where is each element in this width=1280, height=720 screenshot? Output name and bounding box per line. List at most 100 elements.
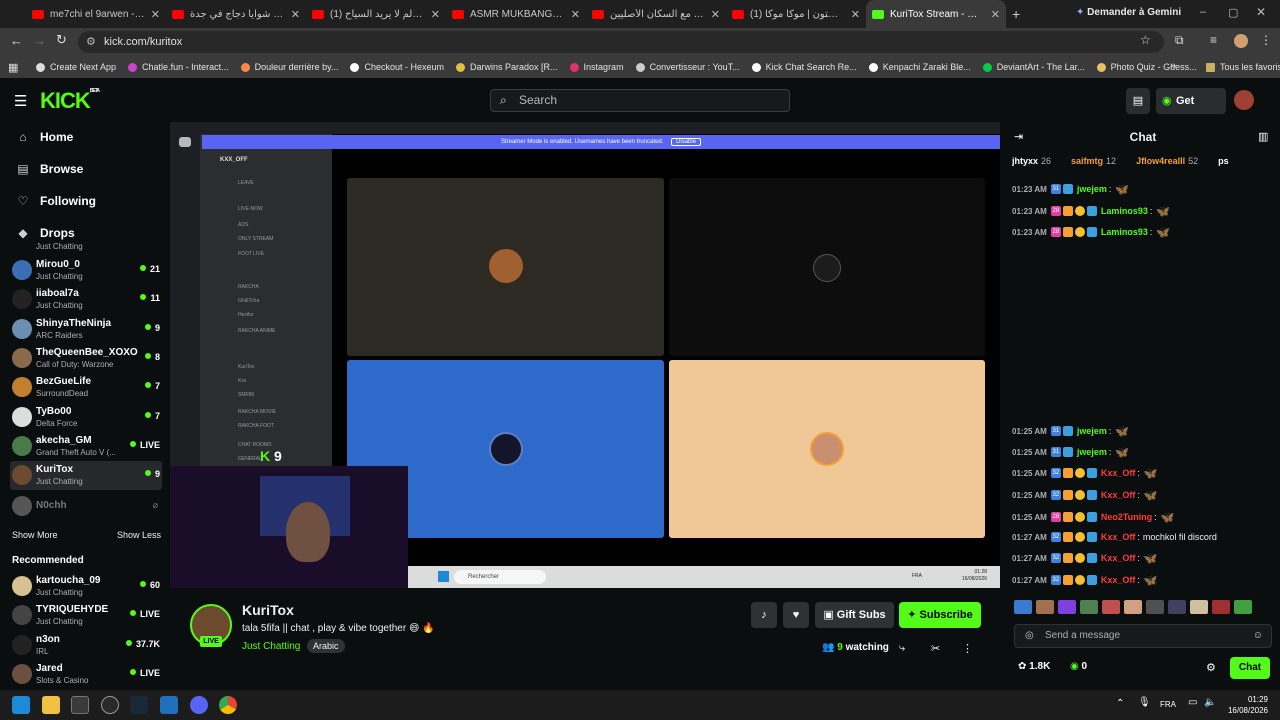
chat-message[interactable]: 01:27 AM 32 Kxx_Off: mochkol fil discord: [1012, 528, 1276, 546]
all-bookmarks[interactable]: Tous les favoris: [1200, 56, 1280, 78]
close-tab-icon[interactable]: ✕: [711, 8, 720, 21]
close-tab-icon[interactable]: ✕: [151, 8, 160, 21]
sidebar-channel-item[interactable]: TyBo00 Delta Force 7: [10, 403, 162, 432]
bookmark-star-icon[interactable]: ☆: [1140, 33, 1151, 47]
volume-icon[interactable]: 🔈: [1204, 697, 1216, 708]
send-chat-button[interactable]: Chat: [1230, 657, 1270, 679]
chat-message[interactable]: 01:25 AM 28 Neo2Tuning: 🦋: [1012, 508, 1276, 526]
channel-name[interactable]: KuriTox: [242, 602, 294, 618]
show-more-button[interactable]: Show More: [12, 530, 58, 540]
gemini-button[interactable]: ✦ Demander à Gemini: [1076, 7, 1181, 18]
sidebar-channel-item[interactable]: Mirou0_0 Just Chatting 21: [10, 256, 162, 285]
emote-shortcut-icon[interactable]: [1036, 600, 1054, 614]
sidebar-channel-item[interactable]: n3on IRL 37.7K: [10, 631, 162, 660]
user-avatar[interactable]: [1234, 90, 1254, 110]
emote-shortcut-icon[interactable]: [1168, 600, 1186, 614]
emote-shortcut-icon[interactable]: [1102, 600, 1120, 614]
chat-message[interactable]: 01:23 AM 31 jwejem: 🦋: [1012, 180, 1276, 198]
sidebar-channel-item[interactable]: ShinyaTheNinja ARC Raiders 9: [10, 315, 162, 344]
browser-tab[interactable]: (1) أجمل بلد في العالم لا يريد السياح✕: [306, 0, 446, 28]
chat-message[interactable]: 01:25 AM 32 Kxx_Off: 🦋: [1012, 464, 1276, 482]
bookmark-item[interactable]: Kick Chat Search Re...: [746, 56, 863, 78]
menu-icon[interactable]: ≡: [1210, 33, 1217, 47]
sidebar-channel-item[interactable]: iiaboal7a Just Chatting 11: [10, 285, 162, 314]
apps-grid-icon[interactable]: ▦: [8, 61, 18, 74]
chrome-icon[interactable]: [219, 696, 237, 714]
sidebar-channel-item[interactable]: TYRIQUEHYDE Just Chatting LIVE: [10, 601, 162, 630]
profile-avatar[interactable]: [1234, 34, 1248, 48]
chat-message[interactable]: 01:25 AM 32 Kxx_Off: 🦋: [1012, 486, 1276, 504]
bookmark-item[interactable]: Checkout - Hexeum: [344, 56, 450, 78]
emote-shortcut-icon[interactable]: [1058, 600, 1076, 614]
bookmark-item[interactable]: Photo Quiz - Guess...: [1091, 56, 1203, 78]
maximize-button[interactable]: ▢: [1228, 6, 1238, 19]
browser-tab[interactable]: me7chi el 9arwen - YouTube✕: [26, 0, 166, 28]
emote-shortcut-icon[interactable]: [1212, 600, 1230, 614]
sidebar-channel-item[interactable]: BezGueLife SurroundDead 7: [10, 373, 162, 402]
kicks-balance[interactable]: ◉ 0: [1070, 661, 1087, 672]
chat-message[interactable]: 01:23 AM 28 Laminos93: 🦋: [1012, 202, 1276, 220]
more-options-icon[interactable]: ⋮: [962, 642, 973, 655]
microphone-icon[interactable]: 🎙: [1138, 697, 1151, 708]
share-icon[interactable]: ⤷: [899, 642, 905, 655]
browser-tab[interactable]: ASMR MUKBANG | GRILLED✕: [446, 0, 586, 28]
emoji-icon[interactable]: ☺: [1253, 625, 1263, 647]
notifications-button[interactable]: ♪: [751, 602, 777, 628]
subscribe-button[interactable]: ✦ Subscribe: [899, 602, 981, 628]
browser-tab[interactable]: افضل شوايا دجاج في جدة 🍗 - YouTube✕: [166, 0, 306, 28]
follow-button[interactable]: ♥: [783, 602, 809, 628]
store-icon[interactable]: [71, 696, 89, 714]
new-tab-button[interactable]: +: [1012, 6, 1020, 22]
kick-logo[interactable]: KICKBETA: [40, 88, 100, 114]
close-window-button[interactable]: ✕: [1256, 5, 1266, 19]
show-less-button[interactable]: Show Less: [117, 530, 161, 540]
back-button[interactable]: ←: [10, 33, 23, 48]
url-field[interactable]: ⚙ kick.com/kuritox: [78, 31, 1164, 53]
gift-subs-button[interactable]: ▣ Gift Subs: [815, 602, 894, 628]
bookmarks-overflow-icon[interactable]: »: [1170, 60, 1176, 72]
sidebar-nav-home[interactable]: ⌂ Home: [16, 130, 73, 144]
reload-button[interactable]: ↻: [56, 32, 67, 48]
bookmark-item[interactable]: Convertisseur : YouT...: [630, 56, 746, 78]
library-icon[interactable]: ▤: [1126, 88, 1150, 114]
bookmark-item[interactable]: Instagram: [564, 56, 630, 78]
get-kicks-button[interactable]: ◉ Get KICKs: [1156, 88, 1226, 133]
sidebar-channel-item[interactable]: KuriTox Just Chatting 9: [10, 461, 162, 491]
close-tab-icon[interactable]: ✕: [291, 8, 300, 21]
bookmark-item[interactable]: Darwins Paradox [R...: [450, 56, 564, 78]
bookmark-item[interactable]: DeviantArt - The Lar...: [977, 56, 1091, 78]
chat-users-icon[interactable]: ▥: [1258, 130, 1268, 143]
chat-message[interactable]: 01:27 AM 32 Kxx_Off: 🦋: [1012, 549, 1276, 567]
steam-icon[interactable]: [130, 696, 148, 714]
language-indicator[interactable]: FRA: [1160, 700, 1176, 709]
bookmark-item[interactable]: Create Next App: [30, 56, 122, 78]
sidebar-nav-browse[interactable]: ▤ Browse: [16, 162, 83, 176]
emote-shortcut-icon[interactable]: [1234, 600, 1252, 614]
leaderboard-entry[interactable]: saifmtg 12: [1071, 156, 1126, 166]
windows-start-icon[interactable]: [12, 696, 30, 714]
sidebar-offline-channel[interactable]: N0chh ⌀: [10, 492, 162, 521]
github-icon[interactable]: [101, 696, 119, 714]
vscode-icon[interactable]: [160, 696, 178, 714]
video-player[interactable]: KXX_OFF LEAVE LIVE-NOW ADS ONLY STREAM FOOT …: [170, 122, 1000, 588]
stream-tag[interactable]: Arabic: [307, 639, 345, 653]
tray-chevron-icon[interactable]: ⌃: [1116, 698, 1124, 709]
discord-icon[interactable]: [190, 696, 208, 714]
network-icon[interactable]: ▭: [1188, 697, 1197, 708]
close-tab-icon[interactable]: ✕: [571, 8, 580, 21]
browser-tab[interactable]: KuriTox Stream - Watch Live✕: [866, 0, 1006, 28]
chat-message[interactable]: 01:25 AM 31 jwejem: 🦋: [1012, 443, 1276, 461]
emote-shortcut-icon[interactable]: [1080, 600, 1098, 614]
extensions-icon[interactable]: ⧉: [1175, 33, 1184, 48]
stream-category[interactable]: Just Chatting: [242, 641, 300, 652]
bookmark-item[interactable]: Kenpachi Zaraki Ble...: [863, 56, 977, 78]
bookmark-item[interactable]: Chatle.fun - Interact...: [122, 56, 235, 78]
chat-message[interactable]: 01:25 AM 31 jwejem: 🦋: [1012, 422, 1276, 440]
channel-points[interactable]: ✿ 1.8K: [1018, 661, 1050, 672]
site-info-icon[interactable]: ⚙: [86, 31, 96, 53]
browser-tab[interactable]: دخلت البحر مع السكان الأصليين✕: [586, 0, 726, 28]
chat-settings-icon[interactable]: ⚙: [1206, 661, 1216, 674]
disable-button[interactable]: Disable: [671, 138, 702, 146]
emote-shortcut-icon[interactable]: [1124, 600, 1142, 614]
emote-shortcut-icon[interactable]: [1146, 600, 1164, 614]
